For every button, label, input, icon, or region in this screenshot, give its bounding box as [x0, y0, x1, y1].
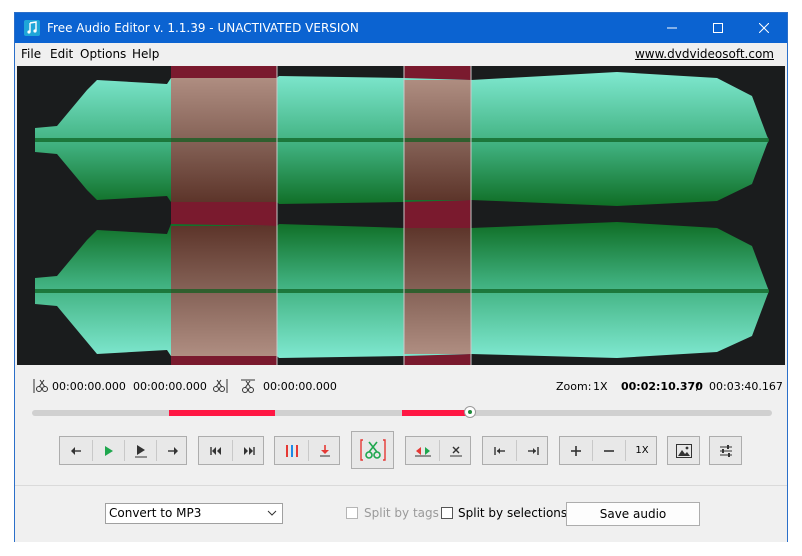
- skip-start-icon: [209, 446, 221, 455]
- waveform-view[interactable]: [17, 66, 785, 365]
- transport-group: [59, 436, 187, 465]
- app-icon: [24, 20, 40, 36]
- settings-button[interactable]: [709, 436, 742, 465]
- zoom-reset-button[interactable]: 1X: [626, 437, 658, 464]
- chevron-down-icon: [267, 504, 277, 528]
- insert-silence-icon: [414, 446, 431, 456]
- selection-start-icon[interactable]: [32, 378, 48, 397]
- delete-icon: [450, 446, 462, 456]
- waveform-channel-2: [35, 222, 769, 358]
- go-start-button[interactable]: [483, 437, 516, 464]
- minimize-button[interactable]: [649, 13, 695, 43]
- cut-icon: [359, 439, 386, 461]
- selection-start-time: 00:00:00.000: [52, 380, 126, 393]
- selection-end-icon[interactable]: [213, 378, 229, 397]
- image-button[interactable]: [667, 436, 700, 465]
- website-link[interactable]: www.dvdvideosoft.com: [635, 47, 774, 61]
- back-icon: [71, 446, 81, 455]
- split-markers-icon: [285, 444, 298, 457]
- format-select[interactable]: Convert to MP3: [105, 503, 283, 524]
- menu-help[interactable]: Help: [132, 47, 159, 61]
- zoom-group: 1X: [559, 436, 657, 465]
- menu-bar: File Edit Options Help www.dvdvideosoft.…: [15, 43, 787, 65]
- edit-group: [405, 436, 471, 465]
- forward-icon: [167, 446, 178, 455]
- maximize-button[interactable]: [695, 13, 741, 43]
- total-time: 00:03:40.167: [709, 380, 783, 393]
- navigate-group: [482, 436, 548, 465]
- close-button[interactable]: [741, 13, 787, 43]
- cut-point-time: 00:00:00.000: [263, 380, 337, 393]
- zoom-in-button[interactable]: [560, 437, 592, 464]
- go-end-icon: [528, 446, 539, 455]
- seek-track[interactable]: [32, 406, 772, 418]
- bottom-bar: Convert to MP3 Split by tags Split by se…: [15, 485, 787, 542]
- seek-selection-1: [169, 410, 275, 416]
- settings-icon: [719, 444, 732, 457]
- skip-end-icon: [244, 446, 255, 455]
- delete-button[interactable]: [440, 437, 472, 464]
- zoom-out-button[interactable]: [593, 437, 625, 464]
- menu-file[interactable]: File: [21, 47, 41, 61]
- split-by-selections-checkbox[interactable]: [441, 507, 453, 519]
- window-title: Free Audio Editor v. 1.1.39 - UNACTIVATE…: [47, 21, 359, 35]
- seek-selection-2: [402, 410, 469, 416]
- menu-options[interactable]: Options: [80, 47, 126, 61]
- skip-start-button[interactable]: [199, 437, 232, 464]
- play-button[interactable]: [93, 437, 124, 464]
- save-audio-button[interactable]: Save audio: [566, 502, 700, 526]
- time-separator: /: [696, 380, 700, 393]
- play-selection-icon: [134, 444, 147, 457]
- go-end-button[interactable]: [517, 437, 549, 464]
- zoom-out-icon: [604, 449, 614, 452]
- image-icon: [675, 443, 692, 458]
- split-by-selections-label: Split by selections: [458, 506, 568, 520]
- split-by-tags-checkbox[interactable]: [346, 507, 358, 519]
- split-by-tags-label: Split by tags: [364, 506, 439, 520]
- play-icon: [104, 445, 113, 456]
- download-marker-button[interactable]: [309, 437, 341, 464]
- play-selection-button[interactable]: [125, 437, 156, 464]
- insert-silence-button[interactable]: [406, 437, 439, 464]
- current-time: 00:02:10.370: [621, 380, 703, 393]
- format-select-value: Convert to MP3: [109, 506, 202, 520]
- title-bar: Free Audio Editor v. 1.1.39 - UNACTIVATE…: [15, 13, 787, 43]
- go-start-icon: [493, 446, 505, 455]
- cut-point-icon[interactable]: [240, 378, 256, 397]
- back-button[interactable]: [60, 437, 92, 464]
- marker-group: [274, 436, 340, 465]
- forward-button[interactable]: [157, 437, 188, 464]
- download-marker-icon: [320, 444, 330, 456]
- menu-edit[interactable]: Edit: [50, 47, 73, 61]
- zoom-in-icon: [571, 445, 581, 456]
- selection-end-time: 00:00:00.000: [133, 380, 207, 393]
- playhead[interactable]: [464, 406, 477, 418]
- skip-group: [198, 436, 264, 465]
- zoom-value: 1X: [593, 380, 608, 393]
- cut-button[interactable]: [351, 431, 394, 469]
- zoom-label: Zoom:: [556, 380, 592, 393]
- skip-end-button[interactable]: [233, 437, 265, 464]
- waveform-channel-1: [35, 72, 769, 206]
- split-markers-button[interactable]: [275, 437, 308, 464]
- app-window: Free Audio Editor v. 1.1.39 - UNACTIVATE…: [14, 12, 788, 542]
